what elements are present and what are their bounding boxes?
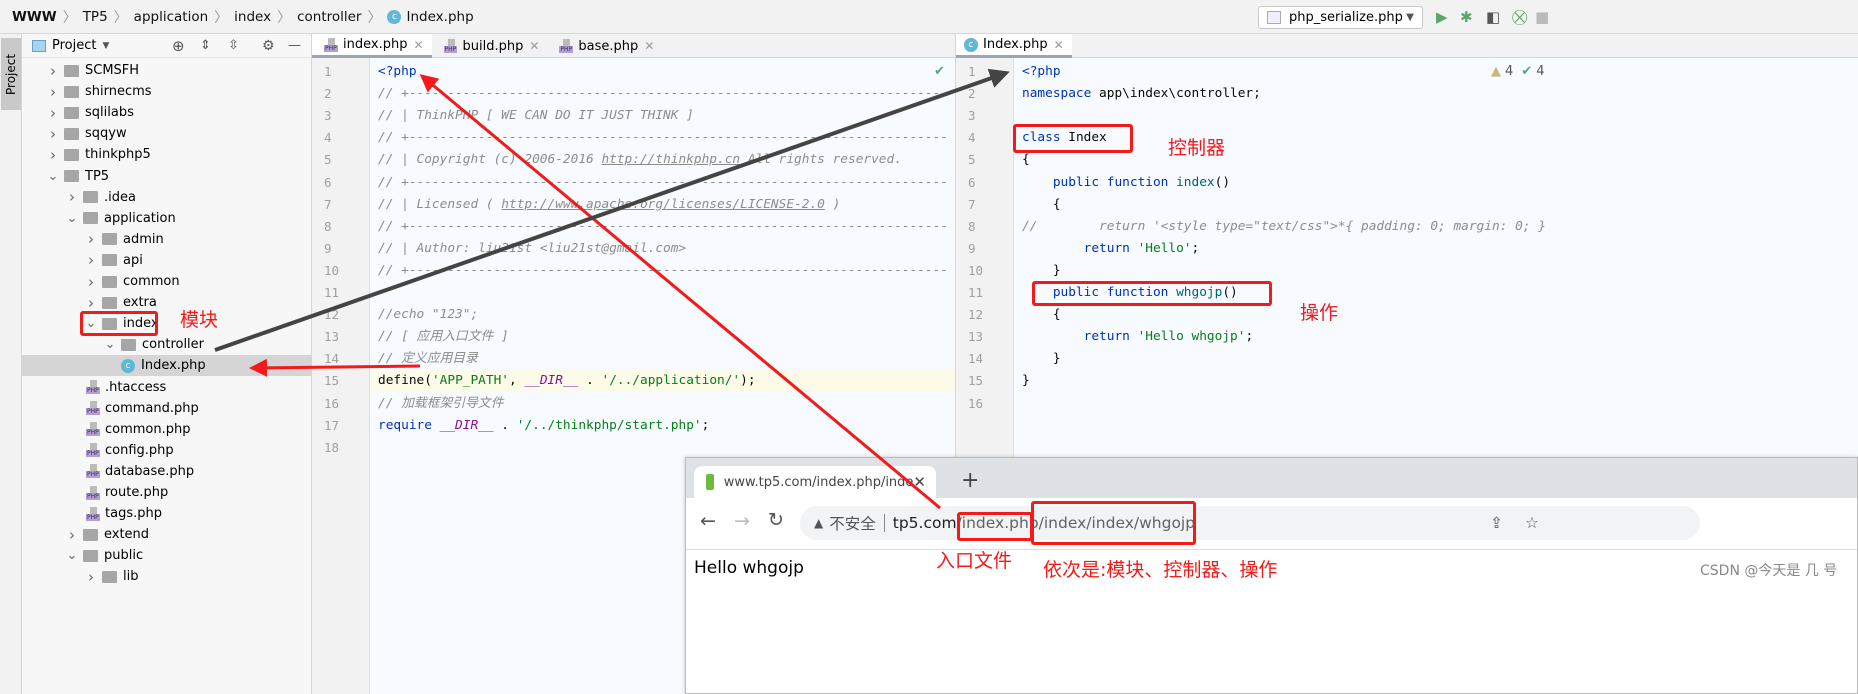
watermark: CSDN @今天是 几 号 bbox=[1700, 563, 1838, 579]
annotation-box-controller bbox=[1013, 124, 1133, 153]
annotation-box-entry bbox=[957, 512, 1033, 541]
arrow-module-to-controller bbox=[214, 68, 1010, 352]
annotation-box-action bbox=[1032, 281, 1272, 306]
annotation-entry: 入口文件 bbox=[936, 550, 1013, 572]
annotation-module: 模块 bbox=[180, 309, 219, 331]
arrow-entry-to-index-php bbox=[419, 74, 941, 510]
annotation-order: 依次是:模块、控制器、操作 bbox=[1043, 559, 1278, 581]
annotation-box-path bbox=[1031, 501, 1196, 545]
annotation-controller: 控制器 bbox=[1168, 137, 1226, 159]
annotation-box-module bbox=[80, 311, 158, 336]
annotation-arrows bbox=[214, 68, 1010, 510]
arrow-to-index-file bbox=[249, 358, 421, 377]
annotation-action: 操作 bbox=[1300, 302, 1339, 324]
